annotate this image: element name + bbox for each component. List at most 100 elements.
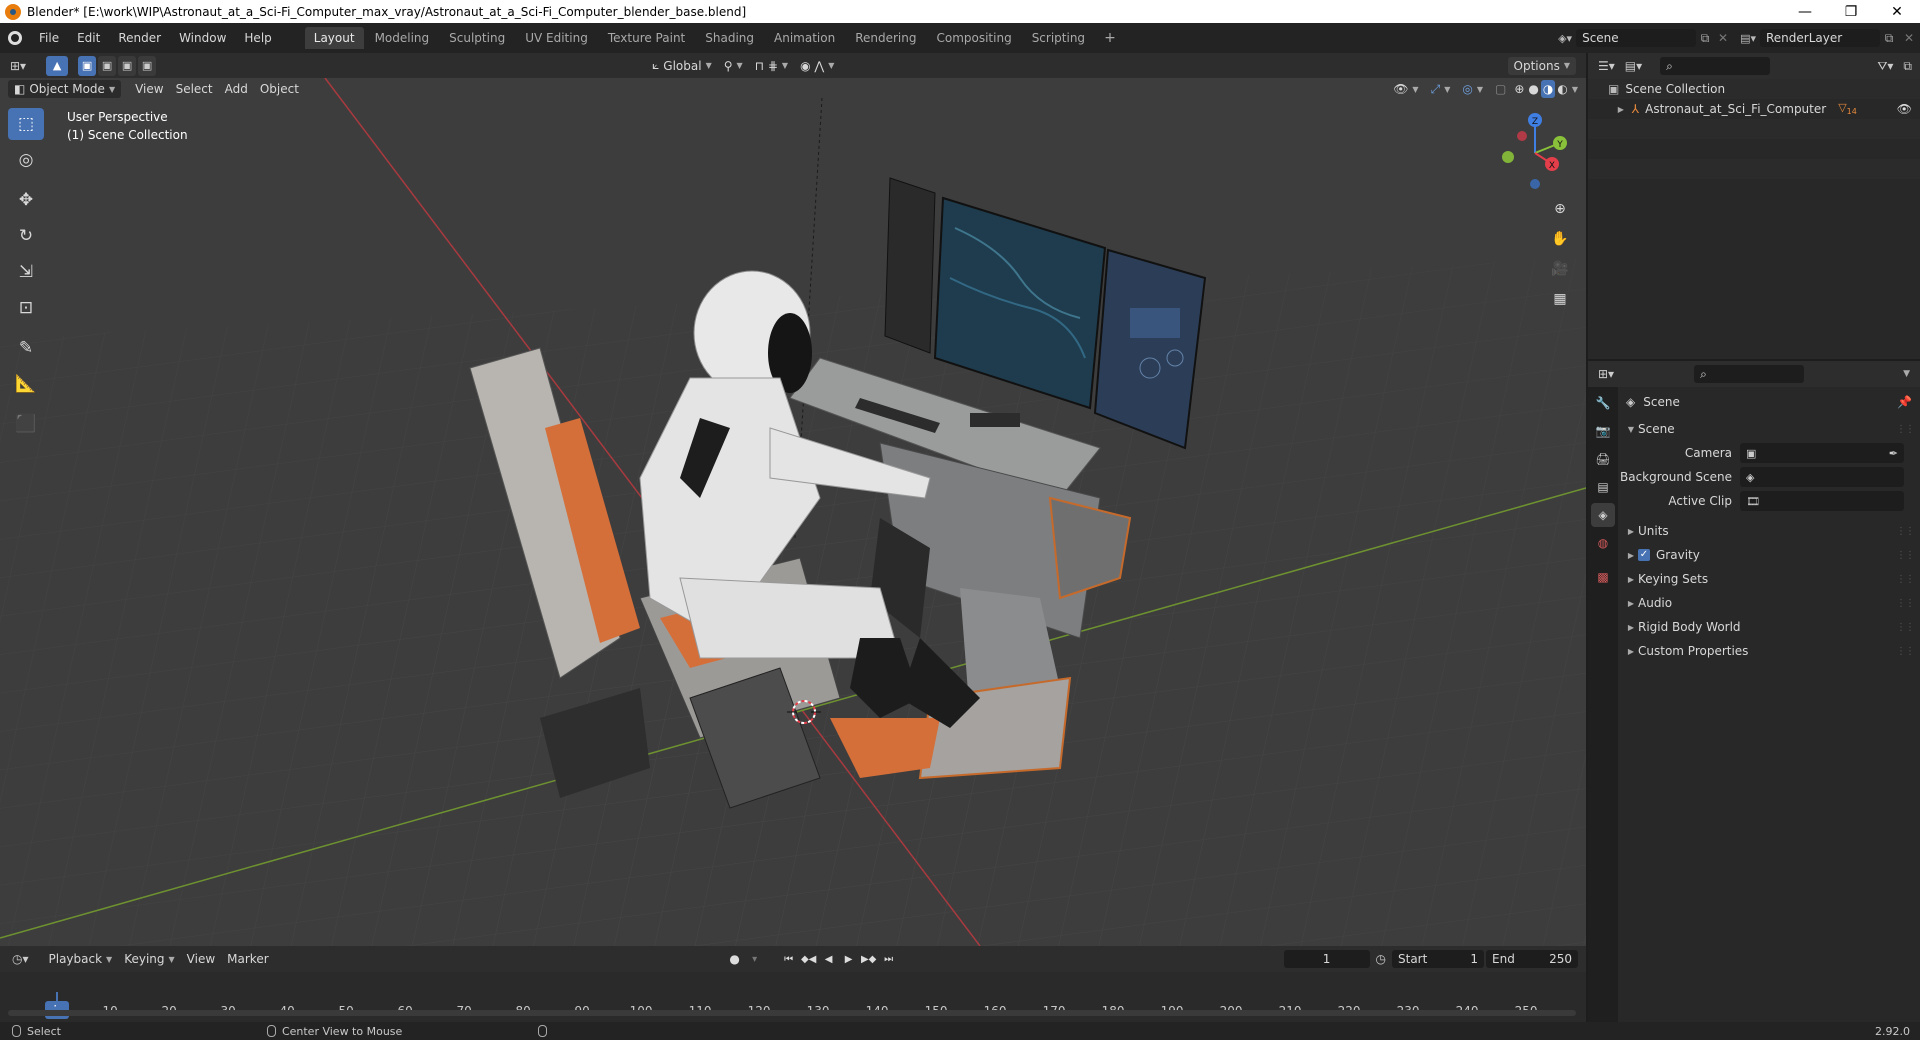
view-layer-icon[interactable]: ▤▾ [1740, 32, 1756, 45]
camera-view-icon[interactable]: 🎥 [1547, 256, 1573, 282]
tab-uv-editing[interactable]: UV Editing [516, 27, 597, 49]
tab-shading[interactable]: Shading [696, 27, 763, 49]
properties-search-input[interactable]: ⌕ [1694, 365, 1805, 383]
menu-render[interactable]: Render [109, 31, 170, 45]
mode-intersect-icon[interactable]: ▣ [138, 55, 157, 76]
transform-orientation-dropdown[interactable]: ⟀ Global ▼ [646, 58, 718, 73]
move-tool-icon[interactable]: ✥ [8, 184, 44, 216]
annotate-tool-icon[interactable]: ✎ [8, 332, 44, 364]
current-frame-field[interactable]: 1 [1283, 950, 1370, 968]
measure-tool-icon[interactable]: 📐 [8, 368, 44, 400]
maximize-button[interactable]: ❐ [1828, 0, 1874, 23]
tab-compositing[interactable]: Compositing [927, 27, 1020, 49]
mode-new-icon[interactable]: ▣ [78, 55, 97, 76]
viewport-menu-object[interactable]: Object [254, 82, 305, 96]
mode-subtract-icon[interactable]: ▣ [118, 55, 137, 76]
snap-toggle[interactable]: ⊓ ⋕ ▼ [749, 59, 794, 73]
new-view-layer-icon[interactable]: ⧉ [1880, 31, 1898, 46]
display-mode-icon[interactable]: ▤▾ [1625, 59, 1642, 73]
scale-tool-icon[interactable]: ⇲ [8, 256, 44, 288]
jump-start-icon[interactable]: ⏮ [781, 951, 797, 967]
timeline-scrollbar[interactable] [8, 1010, 1576, 1016]
material-shading-icon[interactable]: ◑ [1540, 80, 1556, 98]
zoom-icon[interactable]: ⊕ [1547, 196, 1573, 222]
rigid-body-world-panel-header[interactable]: ▶ Rigid Body World ⋮⋮ [1618, 615, 1920, 639]
outliner-row-astronaut[interactable]: ▶ ⅄ Astronaut_at_Sci_Fi_Computer ▽14 👁 [1588, 99, 1920, 119]
jump-next-keyframe-icon[interactable]: ▶◆ [861, 951, 877, 967]
menu-help[interactable]: Help [235, 31, 280, 45]
record-options-icon[interactable]: ▾ [747, 951, 763, 967]
keying-sets-panel-header[interactable]: ▶ Keying Sets ⋮⋮ [1618, 567, 1920, 591]
units-panel-header[interactable]: ▶ Units ⋮⋮ [1618, 519, 1920, 543]
timeline-ruler[interactable]: 1 10203040506070809010011012013014015016… [0, 972, 1586, 1022]
3d-viewport[interactable]: ◧ Object Mode ▼ View Select Add Object 👁 ▼ … [0, 78, 1586, 946]
tab-layout[interactable]: Layout [304, 27, 364, 49]
properties-options-icon[interactable]: ▼ [1903, 369, 1910, 379]
visibility-dropdown[interactable]: 👁 ▼ [1387, 82, 1424, 96]
solid-shading-icon[interactable]: ● [1526, 82, 1540, 96]
rendered-shading-icon[interactable]: ◐ [1555, 82, 1569, 96]
play-reverse-icon[interactable]: ◀ [821, 951, 837, 967]
options-dropdown[interactable]: Options ▼ [1507, 56, 1576, 75]
tool-tab-icon[interactable]: 🔧 [1591, 391, 1615, 415]
preview-range-icon[interactable]: ◷ [1376, 952, 1386, 966]
shading-options-dropdown[interactable]: ▼ [1570, 85, 1586, 94]
add-cube-tool-icon[interactable]: ⬛ [8, 408, 44, 440]
rotate-tool-icon[interactable]: ↻ [8, 220, 44, 252]
camera-field[interactable]: ▣ ✒ [1740, 443, 1904, 463]
properties-editor-type-icon[interactable]: ⊞▾ [1598, 367, 1614, 381]
new-scene-icon[interactable]: ⧉ [1696, 31, 1714, 46]
outliner-editor-type-icon[interactable]: ☰▾ [1598, 59, 1615, 73]
custom-properties-panel-header[interactable]: ▶ Custom Properties ⋮⋮ [1618, 639, 1920, 663]
scene-panel-header[interactable]: ▼ Scene ⋮⋮ [1618, 417, 1920, 441]
pan-hand-icon[interactable]: ✋ [1547, 226, 1573, 252]
add-workspace-button[interactable]: + [1096, 30, 1124, 46]
overlays-toggle[interactable]: ◎ ▼ [1456, 82, 1489, 96]
tab-scripting[interactable]: Scripting [1023, 27, 1094, 49]
scene-selector-icon[interactable]: ◈▾ [1558, 32, 1572, 45]
editor-type-icon[interactable]: ⊞▾ [10, 59, 26, 73]
scene-tab-icon[interactable]: ◈ [1591, 503, 1615, 527]
eye-visibility-icon[interactable]: 👁 [1897, 102, 1912, 116]
pivot-point-dropdown[interactable]: ⚲ ▼ [718, 59, 749, 73]
transform-tool-icon[interactable]: ⊡ [8, 292, 44, 324]
minimize-button[interactable]: — [1782, 0, 1828, 23]
render-tab-icon[interactable]: 📷 [1591, 419, 1615, 443]
expand-arrow-icon[interactable]: ▶ [1616, 105, 1626, 114]
timeline-editor-type-icon[interactable]: ◷▾ [12, 952, 29, 966]
proportional-editing-toggle[interactable]: ◉ ⋀ ▼ [794, 59, 840, 73]
xray-toggle[interactable]: ▢ [1489, 82, 1512, 96]
gravity-panel-header[interactable]: ▶ ✓ Gravity ⋮⋮ [1618, 543, 1920, 567]
tab-sculpting[interactable]: Sculpting [440, 27, 514, 49]
background-scene-field[interactable]: ◈ [1740, 467, 1904, 487]
select-box-tool-icon[interactable]: ▲ [46, 55, 69, 76]
outliner-row-scene-collection[interactable]: ▣ Scene Collection [1588, 79, 1920, 99]
outliner-search-input[interactable]: ⌕ [1660, 57, 1771, 75]
jump-prev-keyframe-icon[interactable]: ◆◀ [801, 951, 817, 967]
navigation-gizmo[interactable]: Z Y X [1490, 108, 1580, 198]
blender-menu-icon[interactable] [0, 31, 30, 45]
tab-modeling[interactable]: Modeling [366, 27, 439, 49]
playback-menu[interactable]: Playback ▼ [43, 952, 119, 966]
renderlayer-field[interactable]: RenderLayer [1760, 29, 1880, 47]
gravity-checkbox[interactable]: ✓ [1638, 549, 1650, 561]
view-layer-tab-icon[interactable]: ▤ [1591, 475, 1615, 499]
cursor-tool-icon[interactable]: ◎ [8, 144, 44, 176]
timeline-view-menu[interactable]: View [181, 952, 221, 966]
record-icon[interactable]: ● [727, 951, 743, 967]
tab-texture-paint[interactable]: Texture Paint [599, 27, 694, 49]
tab-rendering[interactable]: Rendering [846, 27, 925, 49]
close-button[interactable]: ✕ [1874, 0, 1920, 23]
menu-file[interactable]: File [30, 31, 68, 45]
viewport-menu-add[interactable]: Add [219, 82, 254, 96]
tab-animation[interactable]: Animation [765, 27, 844, 49]
scene-field[interactable]: Scene [1576, 29, 1697, 47]
play-icon[interactable]: ▶ [841, 951, 857, 967]
perspective-toggle-icon[interactable]: ▦ [1547, 286, 1573, 312]
viewport-menu-view[interactable]: View [129, 82, 169, 96]
keying-menu[interactable]: Keying ▼ [118, 952, 180, 966]
active-clip-field[interactable]: 🎞 [1740, 491, 1904, 511]
pin-icon[interactable]: 📌 [1897, 395, 1912, 409]
wireframe-shading-icon[interactable]: ⊕ [1512, 82, 1526, 96]
output-tab-icon[interactable]: 🖨 [1591, 447, 1615, 471]
